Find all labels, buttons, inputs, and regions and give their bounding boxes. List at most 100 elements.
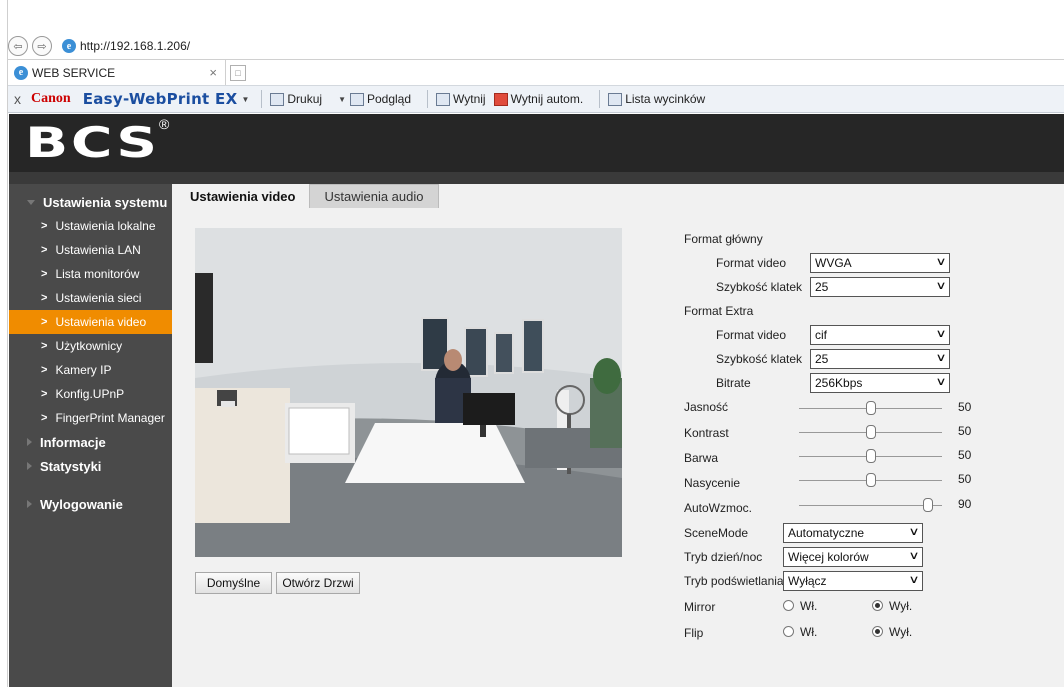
toolbar-divider bbox=[599, 90, 601, 108]
auto-gain-value: 90 bbox=[958, 497, 972, 511]
preview-button[interactable]: Podgląd bbox=[349, 92, 411, 106]
bitrate-select[interactable]: 256Kbps ∨ bbox=[810, 373, 950, 393]
defaults-button[interactable]: Domyślne bbox=[195, 572, 272, 594]
tab-audio-settings[interactable]: Ustawienia audio bbox=[309, 184, 439, 208]
sidebar-item-video-settings[interactable]: > Ustawienia video bbox=[9, 310, 172, 334]
bcs-logo: BCS bbox=[25, 118, 160, 167]
brightness-thumb[interactable] bbox=[865, 401, 876, 415]
clip-auto-label: Wytnij autom. bbox=[510, 92, 584, 106]
main-fps-select[interactable]: 25 ∨ bbox=[810, 277, 950, 297]
chevron-right-icon: > bbox=[41, 244, 48, 256]
chevron-down-icon: ∨ bbox=[935, 280, 947, 292]
clip-icon bbox=[436, 92, 451, 106]
auto-gain-thumb[interactable] bbox=[922, 498, 933, 512]
brightness-value: 50 bbox=[958, 400, 972, 414]
settings-tabs: Ustawienia video Ustawienia audio bbox=[176, 184, 439, 208]
browser-tab[interactable]: e WEB SERVICE × bbox=[8, 59, 226, 86]
sidebar-item-label: Konfig.UPnP bbox=[55, 387, 125, 401]
sidebar-item-upnp[interactable]: > Konfig.UPnP bbox=[9, 382, 172, 406]
scene-mode-value: Automatyczne bbox=[788, 526, 865, 540]
sidebar-item-ip-cameras[interactable]: > Kamery IP bbox=[9, 358, 172, 382]
tab-video-settings[interactable]: Ustawienia video bbox=[176, 184, 310, 208]
clip-auto-button[interactable]: Wytnij autom. bbox=[493, 92, 584, 106]
sidebar-item-label: Ustawienia video bbox=[55, 315, 147, 329]
sidebar-item-lan-settings[interactable]: > Ustawienia LAN bbox=[9, 238, 172, 262]
main-video-format-select[interactable]: WVGA ∨ bbox=[810, 253, 950, 273]
open-door-button[interactable]: Otwórz Drzwi bbox=[276, 572, 360, 594]
address-bar: ⇦ ⇨ e http://192.168.1.206/ bbox=[8, 33, 1064, 59]
flip-on-label: Wł. bbox=[800, 625, 818, 639]
address-url[interactable]: http://192.168.1.206/ bbox=[80, 39, 190, 53]
flip-on-radio[interactable] bbox=[783, 626, 794, 637]
chevron-down-icon: ∨ bbox=[935, 376, 947, 388]
hue-value: 50 bbox=[958, 448, 972, 462]
chevron-down-icon[interactable]: ▼ bbox=[241, 95, 249, 104]
brightness-label: Jasność bbox=[684, 400, 729, 414]
sidebar-item-label: Ustawienia sieci bbox=[55, 291, 142, 305]
sidebar-item-network-settings[interactable]: > Ustawienia sieci bbox=[9, 286, 172, 310]
extra-video-format-value: cif bbox=[815, 328, 827, 342]
sidebar-section-system-settings[interactable]: Ustawienia systemu bbox=[9, 190, 172, 214]
bitrate-value: 256Kbps bbox=[815, 376, 863, 390]
web-service-app: BCS ® Ustawienia systemu > Ustawienia lok… bbox=[9, 114, 1064, 687]
browser-tab-strip: e WEB SERVICE × □ bbox=[8, 59, 1064, 86]
chevron-right-icon: > bbox=[41, 412, 48, 424]
day-night-select[interactable]: Więcej kolorów ∨ bbox=[783, 547, 923, 567]
sidebar-item-users[interactable]: > Użytkownicy bbox=[9, 334, 172, 358]
backlight-select[interactable]: Wyłącz ∨ bbox=[783, 571, 923, 591]
bitrate-label: Bitrate bbox=[716, 376, 751, 390]
clip-list-label: Lista wycinków bbox=[625, 92, 706, 106]
registered-mark: ® bbox=[159, 116, 170, 132]
main-format-heading: Format główny bbox=[684, 232, 763, 246]
ie-icon: e bbox=[62, 39, 76, 53]
contrast-thumb[interactable] bbox=[865, 425, 876, 439]
flip-off-radio[interactable] bbox=[872, 626, 883, 637]
contrast-label: Kontrast bbox=[684, 426, 729, 440]
sidebar-item-label: Użytkownicy bbox=[55, 339, 123, 353]
video-settings-panel: Domyślne Otwórz Drzwi Format główny Form… bbox=[172, 208, 1064, 687]
sidebar-item-monitor-list[interactable]: > Lista monitorów bbox=[9, 262, 172, 286]
scene-mode-select[interactable]: Automatyczne ∨ bbox=[783, 523, 923, 543]
preview-icon bbox=[349, 92, 364, 106]
sidebar-item-fingerprint[interactable]: > FingerPrint Manager bbox=[9, 406, 172, 430]
extra-format-heading: Format Extra bbox=[684, 304, 754, 318]
printer-icon bbox=[270, 92, 285, 106]
extra-fps-select[interactable]: 25 ∨ bbox=[810, 349, 950, 369]
print-label: Drukuj bbox=[287, 92, 323, 106]
header-stripe bbox=[9, 172, 1064, 184]
print-button[interactable]: Drukuj bbox=[270, 92, 322, 106]
sidebar-section-information[interactable]: Informacje bbox=[9, 430, 172, 454]
canon-logo: Canon bbox=[31, 91, 71, 106]
back-icon[interactable]: ⇦ bbox=[8, 36, 28, 56]
saturation-thumb[interactable] bbox=[865, 473, 876, 487]
mirror-on-radio[interactable] bbox=[783, 600, 794, 611]
forward-icon[interactable]: ⇨ bbox=[32, 36, 52, 56]
hue-thumb[interactable] bbox=[865, 449, 876, 463]
mirror-off-radio[interactable] bbox=[872, 600, 883, 611]
flip-off-label: Wył. bbox=[889, 625, 913, 639]
extra-video-format-select[interactable]: cif ∨ bbox=[810, 325, 950, 345]
tab-close-icon[interactable]: × bbox=[209, 65, 217, 80]
sidebar-section-label: Statystyki bbox=[40, 458, 102, 474]
sidebar-item-label: FingerPrint Manager bbox=[55, 411, 165, 425]
main-video-format-value: WVGA bbox=[815, 256, 852, 270]
sidebar-item-label: Kamery IP bbox=[55, 363, 112, 377]
toolbar-close-icon[interactable]: x bbox=[14, 91, 21, 107]
camera-preview[interactable] bbox=[195, 228, 622, 557]
toolbar-divider bbox=[427, 90, 429, 108]
auto-gain-track[interactable] bbox=[799, 505, 942, 506]
main-fps-label: Szybkość klatek bbox=[716, 280, 803, 294]
easy-webprint-menu[interactable]: Easy-WebPrint EX bbox=[83, 90, 238, 108]
sidebar-item-local-settings[interactable]: > Ustawienia lokalne bbox=[9, 214, 172, 238]
extra-fps-value: 25 bbox=[815, 352, 829, 366]
clip-list-button[interactable]: Lista wycinków bbox=[608, 92, 705, 106]
day-night-value: Więcej kolorów bbox=[788, 550, 869, 564]
sidebar-section-logout[interactable]: Wylogowanie bbox=[9, 492, 172, 516]
chevron-down-icon[interactable]: ▼ bbox=[338, 95, 346, 104]
canon-toolbar: x Canon Easy-WebPrint EX ▼ Drukuj ▼ Podg… bbox=[8, 85, 1064, 113]
sidebar-section-label: Wylogowanie bbox=[40, 496, 123, 512]
clip-button[interactable]: Wytnij bbox=[436, 92, 486, 106]
contrast-value: 50 bbox=[958, 424, 972, 438]
sidebar-section-statistics[interactable]: Statystyki bbox=[9, 454, 172, 478]
new-tab-icon[interactable]: □ bbox=[230, 64, 246, 81]
